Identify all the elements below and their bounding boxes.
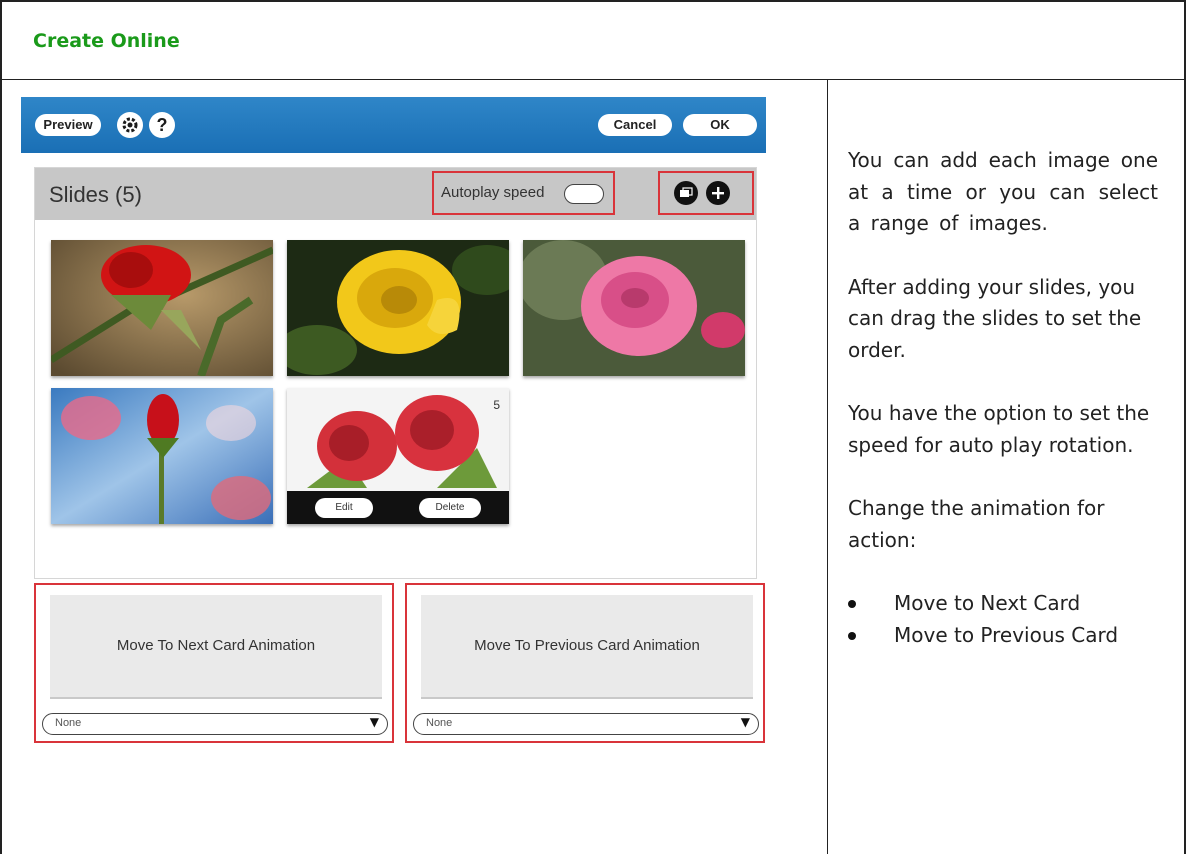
column-divider xyxy=(827,80,828,854)
next-animation-label: Move To Next Card Animation xyxy=(50,595,382,699)
slide-actions-bar: Edit Delete xyxy=(287,491,509,524)
previous-animation-label: Move To Previous Card Animation xyxy=(421,595,753,699)
list-item: Move to Next Card xyxy=(848,588,1158,620)
previous-animation-select[interactable]: None ▼ xyxy=(413,713,759,735)
add-slide-highlight xyxy=(658,171,754,215)
autoplay-label: Autoplay speed xyxy=(441,184,545,201)
animation-actions-list: Move to Next Card Move to Previous Card xyxy=(848,588,1158,651)
pink-rose-image xyxy=(523,240,745,376)
instruction-drag-order: After adding your slides, you can drag t… xyxy=(848,274,1142,362)
red-rose-thorn-image xyxy=(51,240,273,376)
yellow-rose-image xyxy=(287,240,509,376)
editor-screenshot: Preview ? Cancel OK Slides (5) Autoplay … xyxy=(21,97,766,743)
previous-animation-highlight: Move To Previous Card Animation None ▼ xyxy=(405,583,765,743)
slide-thumbnail-5[interactable]: 5 Edit Delete xyxy=(287,388,509,524)
slides-header: Slides (5) Autoplay speed xyxy=(35,168,756,220)
help-icon[interactable]: ? xyxy=(149,112,175,138)
layers-icon[interactable] xyxy=(674,181,698,205)
chevron-down-icon: ▼ xyxy=(369,715,379,729)
chevron-down-icon: ▼ xyxy=(740,715,750,729)
slides-panel: Slides (5) Autoplay speed 5 Edit Delete xyxy=(34,167,757,579)
slide-thumbnail-3[interactable] xyxy=(523,240,745,376)
slide-thumbnail-1[interactable] xyxy=(51,240,273,376)
instructions-column: You can add each image one at a time or … xyxy=(848,145,1158,651)
page-title: Create Online xyxy=(33,30,180,52)
list-item: Move to Previous Card xyxy=(848,620,1158,652)
autoplay-highlight: Autoplay speed xyxy=(432,171,615,215)
red-rose-bud-blue-image xyxy=(51,388,273,524)
plus-icon[interactable] xyxy=(706,181,730,205)
list-item-label: Move to Next Card xyxy=(894,591,1081,615)
slides-title: Slides (5) xyxy=(49,182,142,207)
previous-animation-value: None xyxy=(426,717,453,729)
slide-thumbnail-4[interactable] xyxy=(51,388,273,524)
frame-left-border xyxy=(0,0,2,854)
delete-slide-button[interactable]: Delete xyxy=(419,498,481,518)
instruction-add-images: You can add each image one at a time or … xyxy=(848,148,1158,235)
instruction-animation: Change the animation for action: xyxy=(848,496,1105,552)
header-divider xyxy=(0,79,1186,80)
ok-button[interactable]: OK xyxy=(683,114,757,136)
next-animation-select[interactable]: None ▼ xyxy=(42,713,388,735)
frame-top-border xyxy=(0,0,1186,2)
list-item-label: Move to Previous Card xyxy=(894,622,1119,647)
slide-number-badge: 5 xyxy=(493,398,500,412)
bullet-icon xyxy=(848,631,856,640)
slide-thumbnail-2[interactable] xyxy=(287,240,509,376)
next-animation-value: None xyxy=(55,717,82,729)
editor-toolbar: Preview ? Cancel OK xyxy=(21,97,766,153)
cancel-button[interactable]: Cancel xyxy=(598,114,672,136)
bullet-icon xyxy=(848,600,856,608)
gear-icon[interactable] xyxy=(117,112,143,138)
autoplay-speed-toggle[interactable] xyxy=(564,184,604,204)
instruction-autoplay: You have the option to set the speed for… xyxy=(848,401,1150,457)
next-animation-highlight: Move To Next Card Animation None ▼ xyxy=(34,583,394,743)
edit-slide-button[interactable]: Edit xyxy=(315,498,373,518)
preview-button[interactable]: Preview xyxy=(35,114,101,136)
